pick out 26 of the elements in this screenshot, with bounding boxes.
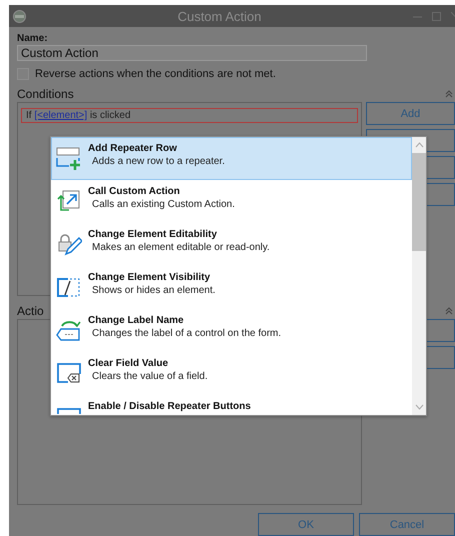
box-icon — [57, 408, 81, 414]
scroll-up-icon[interactable] — [414, 142, 424, 148]
action-option[interactable]: Call Custom Action Calls an existing Custom Action. — [51, 180, 412, 223]
action-option[interactable]: Change Element Editability Makes an element editable or read-only. — [51, 223, 412, 266]
maximize-icon[interactable] — [432, 12, 441, 20]
collapse-icon[interactable] — [445, 90, 453, 98]
collapse-icon[interactable] — [445, 307, 453, 315]
action-option[interactable]: Add Repeater Row Adds a new row to a repeater. — [51, 137, 412, 180]
action-option[interactable]: Change Label Name Changes the label of a control on the form. — [51, 309, 412, 352]
add-row-icon — [56, 145, 82, 171]
action-option[interactable]: Change Element Visibility Shows or hides an element. — [51, 266, 412, 309]
actions-heading: Actio — [17, 304, 45, 318]
name-label: Name: — [17, 33, 49, 44]
app-logo-icon — [13, 10, 26, 22]
action-option[interactable]: Clear Field Value Clears the value of a field. — [51, 352, 412, 395]
condition-row[interactable]: If [<element>] is clicked — [21, 108, 358, 123]
conditions-heading: Conditions — [17, 87, 75, 101]
window-title: Custom Action — [176, 8, 262, 24]
scroll-thumb[interactable] — [412, 153, 426, 251]
arrow-box-icon — [56, 188, 82, 214]
scroll-down-icon[interactable] — [414, 404, 424, 410]
name-field[interactable]: Custom Action — [17, 45, 367, 61]
reverse-label: Reverse actions when the conditions are not met. — [35, 68, 276, 80]
scrollbar[interactable] — [412, 137, 426, 415]
clear-field-icon — [56, 360, 82, 386]
action-option[interactable]: Enable / Disable Repeater Buttons — [51, 395, 412, 415]
